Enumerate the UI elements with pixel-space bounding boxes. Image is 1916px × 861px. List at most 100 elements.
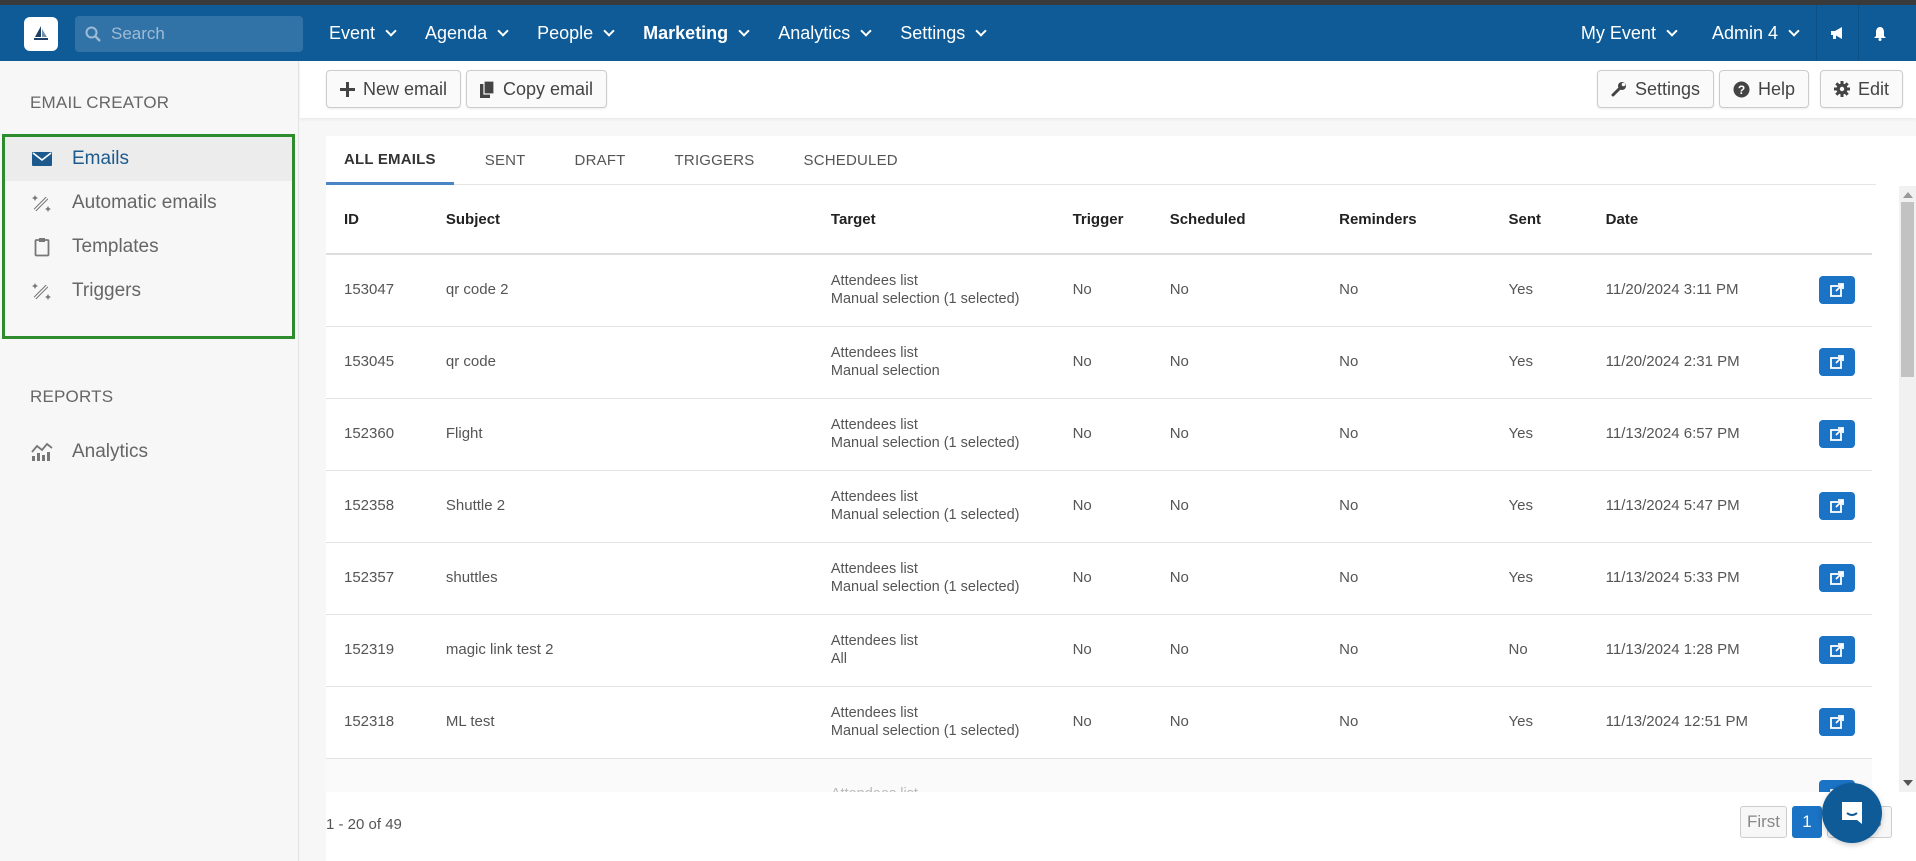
cell-scheduled: No [1151,614,1322,687]
cell-target: Attendees list [812,758,1055,792]
help-button[interactable]: ? Help [1719,70,1810,108]
tab-draft[interactable]: DRAFT [557,136,644,185]
open-email-button[interactable] [1818,492,1855,520]
app-logo[interactable] [24,17,58,51]
chevron-down-icon [385,24,397,37]
sidebar-item-automatic-emails[interactable]: Automatic emails [5,181,292,225]
search-input[interactable]: Search [75,16,303,52]
cell-reminders: No [1321,542,1491,615]
cell-reminders: No [1321,254,1491,327]
edit-button[interactable]: Edit [1820,70,1904,108]
sidebar-item-emails[interactable]: Emails [5,137,292,181]
sidebar-item-label: Triggers [72,280,141,301]
column-header-id[interactable]: ID [326,186,428,255]
column-header-date[interactable]: Date [1587,186,1801,255]
scroll-down-arrow-icon[interactable] [1903,780,1913,786]
cell-scheduled: No [1151,542,1322,615]
cell-scheduled: No [1151,254,1322,327]
chevron-down-icon [738,24,750,37]
tab-all-emails[interactable]: ALL EMAILS [326,136,454,185]
target-selection: Manual selection (1 selected) [830,435,1020,451]
clipboard-icon [34,238,50,257]
target-list: Attendees list [831,785,1055,792]
table-row[interactable]: 153045 qr code Attendees list Manual select… [326,326,1872,399]
target-selection: Manual selection (1 selected) [830,291,1020,308]
nav-menu-agenda[interactable]: Agenda [425,22,509,44]
nav-menu-analytics[interactable]: Analytics [778,23,872,44]
scrollbar-thumb[interactable] [1901,202,1914,377]
column-header-subject[interactable]: Subject [427,186,813,255]
cell-subject [427,758,813,792]
target-selection: Manual selection (1 selected) [830,579,1020,595]
megaphone-icon [1830,27,1842,39]
table-row[interactable]: 152357 shuttles Attendees list Manual selec… [326,542,1872,615]
page-button-first[interactable]: First [1739,806,1787,838]
column-header-sent[interactable]: Sent [1490,186,1588,255]
tab-scheduled[interactable]: SCHEDULED [786,136,916,185]
open-email-button[interactable] [1818,276,1855,305]
sidebar-item-triggers[interactable]: Triggers [5,269,292,313]
tab-sent[interactable]: SENT [467,136,544,185]
chat-widget-button[interactable] [1822,783,1882,843]
sidebar-item-label: Templates [72,236,159,257]
cell-trigger: No [1054,470,1152,543]
pagination-summary: 1 - 20 of 49 [326,816,402,833]
help-label: Help [1758,78,1796,99]
open-email-button[interactable] [1818,348,1855,376]
target-list: Attendees list [830,273,918,290]
wrench-icon [1611,82,1626,97]
chevron-down-icon [1788,24,1800,37]
new-email-button[interactable]: New email [326,70,462,108]
cell-subject: shuttles [427,542,813,615]
sidebar-item-analytics[interactable]: Analytics [2,430,295,474]
external-link-icon [1829,499,1844,513]
sailboat-logo-icon [34,26,48,40]
table-row[interactable]: 153047 qr code 2 Attendees list Manual sele… [326,254,1872,327]
cell-scheduled [1151,758,1322,792]
nav-menu-people[interactable]: People [537,23,615,44]
user-menu[interactable]: Admin 4 [1694,23,1816,44]
column-header-reminders[interactable]: Reminders [1321,186,1491,255]
nav-menu-event[interactable]: Event [329,23,397,44]
tab-triggers[interactable]: TRIGGERS [657,136,773,185]
notifications-button[interactable] [1858,5,1900,61]
sidebar-item-templates[interactable]: Templates [5,225,292,269]
copy-email-button[interactable]: Copy email [466,70,608,108]
cell-reminders: No [1321,470,1491,543]
target-list: Attendees list [830,345,918,361]
table-row[interactable]: 152319 magic link test 2 Attendees list All… [326,614,1872,687]
bell-icon [1873,26,1886,41]
nav-menu-settings[interactable]: Settings [900,23,987,44]
nav-menu-marketing[interactable]: Marketing [643,23,750,44]
table-row[interactable]: 152360 Flight Attendees list Manual selecti… [326,398,1872,471]
main-menu: Event Agenda People Marketing Analytics Setti… [329,5,1015,61]
table-row[interactable]: Attendees list [326,758,1872,792]
cell-reminders: No [1321,614,1491,687]
settings-button[interactable]: Settings [1597,70,1715,108]
cell-id: 152360 [326,398,428,471]
open-email-button[interactable] [1818,708,1855,736]
scroll-up-arrow-icon[interactable] [1903,192,1913,198]
cell-trigger: No [1054,542,1152,615]
cell-reminders: No [1321,326,1491,399]
cell-sent: Yes [1490,398,1588,471]
page-button-1[interactable]: 1 [1792,806,1822,838]
table-row[interactable]: 152358 Shuttle 2 Attendees list Manual sele… [326,470,1872,543]
emails-table: ID Subject Target Trigger Scheduled Reminders… [326,186,1872,792]
event-selector[interactable]: My Event [1563,23,1694,44]
cell-sent: Yes [1490,686,1588,759]
open-email-button[interactable] [1818,564,1855,592]
open-email-button[interactable] [1818,420,1855,448]
nav-menu-label: Agenda [425,22,488,43]
target-selection: Manual selection [830,363,940,379]
column-header-actions [1800,186,1872,255]
chat-bubble-icon [1842,802,1862,824]
table-row[interactable]: 152318 ML test Attendees list Manual select… [326,686,1872,759]
column-header-scheduled[interactable]: Scheduled [1151,186,1322,255]
column-header-trigger[interactable]: Trigger [1054,186,1152,255]
announcements-button[interactable] [1816,5,1858,61]
column-header-target[interactable]: Target [812,186,1055,255]
open-email-button[interactable] [1818,636,1855,664]
table-scrollbar[interactable] [1899,186,1916,792]
cell-trigger: No [1054,398,1152,471]
